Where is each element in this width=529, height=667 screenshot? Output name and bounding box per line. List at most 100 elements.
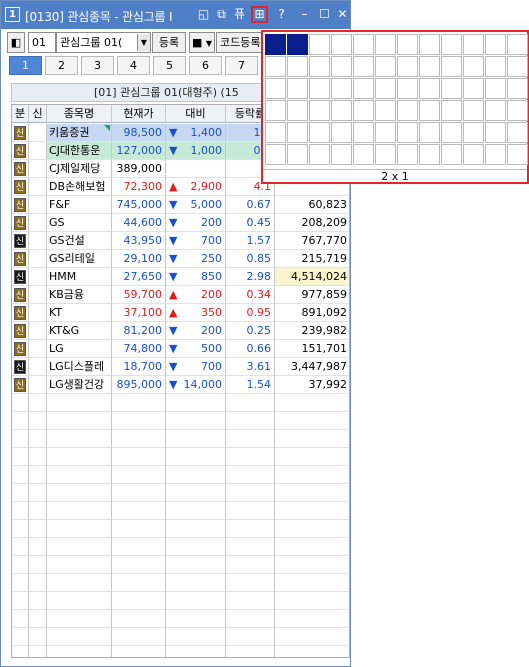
split-cell[interactable] bbox=[419, 34, 440, 55]
chevron-down-icon[interactable]: ▼ bbox=[137, 34, 150, 51]
table-row[interactable]: 신 LG디스플레 18,700 ▼ 700 3.61 3,447,987 bbox=[12, 358, 349, 376]
copy-window-icon[interactable]: ⧉ bbox=[213, 6, 230, 23]
table-row[interactable]: 신 GS리테일 29,100 ▼ 250 0.85 215,719 bbox=[12, 250, 349, 268]
split-cell[interactable] bbox=[507, 56, 528, 77]
split-cell[interactable] bbox=[463, 144, 484, 165]
table-row[interactable] bbox=[12, 628, 349, 646]
table-row[interactable] bbox=[12, 646, 349, 657]
table-row[interactable]: 신 GS건설 43,950 ▼ 700 1.57 767,770 bbox=[12, 232, 349, 250]
split-cell[interactable] bbox=[463, 78, 484, 99]
split-cell[interactable] bbox=[419, 144, 440, 165]
table-row[interactable]: 신 LG생활건강 895,000 ▼ 14,000 1.54 37,992 bbox=[12, 376, 349, 394]
split-cell[interactable] bbox=[287, 144, 308, 165]
split-cell[interactable] bbox=[265, 78, 286, 99]
split-cell[interactable] bbox=[375, 100, 396, 121]
column-header[interactable]: 대비 bbox=[166, 105, 226, 123]
split-cell[interactable] bbox=[375, 56, 396, 77]
split-cell[interactable] bbox=[375, 34, 396, 55]
tab-3[interactable]: 3 bbox=[81, 56, 114, 75]
split-cell[interactable] bbox=[375, 78, 396, 99]
table-row[interactable] bbox=[12, 412, 349, 430]
split-cell[interactable] bbox=[353, 78, 374, 99]
split-cell[interactable] bbox=[287, 78, 308, 99]
split-cell[interactable] bbox=[353, 100, 374, 121]
help-icon[interactable]: ? bbox=[273, 6, 290, 23]
split-cell[interactable] bbox=[331, 56, 352, 77]
split-cell[interactable] bbox=[309, 78, 330, 99]
table-row[interactable]: 신 GS 44,600 ▼ 200 0.45 208,209 bbox=[12, 214, 349, 232]
split-cell[interactable] bbox=[265, 56, 286, 77]
table-row[interactable]: 신 HMM 27,650 ▼ 850 2.98 4,514,024 bbox=[12, 268, 349, 286]
split-cell[interactable] bbox=[309, 56, 330, 77]
pin-icon[interactable]: 퓨 bbox=[231, 6, 248, 23]
split-cell[interactable] bbox=[463, 122, 484, 143]
group-number[interactable]: 01 bbox=[28, 32, 56, 53]
split-cell[interactable] bbox=[353, 56, 374, 77]
split-cell[interactable] bbox=[287, 100, 308, 121]
split-cell[interactable] bbox=[309, 122, 330, 143]
split-cell[interactable] bbox=[485, 122, 506, 143]
table-row[interactable] bbox=[12, 538, 349, 556]
split-cell[interactable] bbox=[441, 100, 462, 121]
split-cell[interactable] bbox=[463, 56, 484, 77]
split-cell[interactable] bbox=[485, 100, 506, 121]
tab-1[interactable]: 1 bbox=[9, 56, 42, 75]
tab-6[interactable]: 6 bbox=[189, 56, 222, 75]
table-row[interactable] bbox=[12, 574, 349, 592]
split-cell[interactable] bbox=[287, 34, 308, 55]
split-cell[interactable] bbox=[353, 34, 374, 55]
split-cell[interactable] bbox=[309, 34, 330, 55]
option-select[interactable]: ■ ▼ bbox=[189, 32, 215, 53]
table-row[interactable]: 신 KT&G 81,200 ▼ 200 0.25 239,982 bbox=[12, 322, 349, 340]
split-cell[interactable] bbox=[287, 56, 308, 77]
split-cell[interactable] bbox=[485, 144, 506, 165]
split-cell[interactable] bbox=[507, 34, 528, 55]
table-row[interactable]: 신 KT 37,100 ▲ 350 0.95 891,092 bbox=[12, 304, 349, 322]
register-button[interactable]: 등록 bbox=[152, 32, 186, 53]
table-row[interactable]: 신 KB금융 59,700 ▲ 200 0.34 977,859 bbox=[12, 286, 349, 304]
split-cell[interactable] bbox=[375, 122, 396, 143]
split-cell[interactable] bbox=[265, 144, 286, 165]
table-row[interactable] bbox=[12, 466, 349, 484]
split-cell[interactable] bbox=[507, 78, 528, 99]
table-row[interactable] bbox=[12, 448, 349, 466]
table-row[interactable] bbox=[12, 430, 349, 448]
column-header[interactable]: 신 bbox=[29, 105, 47, 123]
split-cell[interactable] bbox=[419, 78, 440, 99]
split-cell[interactable] bbox=[397, 144, 418, 165]
split-cell[interactable] bbox=[441, 144, 462, 165]
table-row[interactable] bbox=[12, 520, 349, 538]
split-cell[interactable] bbox=[419, 100, 440, 121]
table-row[interactable]: 신 LG 74,800 ▼ 500 0.66 151,701 bbox=[12, 340, 349, 358]
tab-2[interactable]: 2 bbox=[45, 56, 78, 75]
split-cell[interactable] bbox=[397, 34, 418, 55]
split-screen-icon[interactable]: ⊞ bbox=[251, 6, 268, 23]
split-cell[interactable] bbox=[507, 100, 528, 121]
split-cell[interactable] bbox=[441, 122, 462, 143]
split-cell[interactable] bbox=[463, 34, 484, 55]
split-cell[interactable] bbox=[397, 100, 418, 121]
split-cell[interactable] bbox=[397, 56, 418, 77]
split-cell[interactable] bbox=[507, 144, 528, 165]
tab-7[interactable]: 7 bbox=[225, 56, 258, 75]
split-cell[interactable] bbox=[265, 34, 286, 55]
split-cell[interactable] bbox=[287, 122, 308, 143]
split-cell[interactable] bbox=[331, 34, 352, 55]
split-cell[interactable] bbox=[419, 122, 440, 143]
table-row[interactable] bbox=[12, 556, 349, 574]
split-cell[interactable] bbox=[309, 144, 330, 165]
tab-4[interactable]: 4 bbox=[117, 56, 150, 75]
layout-icon[interactable]: ◧ bbox=[7, 32, 25, 53]
split-cell[interactable] bbox=[353, 122, 374, 143]
table-row[interactable]: 신 F&F 745,000 ▼ 5,000 0.67 60,823 bbox=[12, 196, 349, 214]
split-cell[interactable] bbox=[485, 34, 506, 55]
split-cell[interactable] bbox=[397, 78, 418, 99]
code-register-button[interactable]: 코드등록 bbox=[216, 32, 266, 53]
tab-5[interactable]: 5 bbox=[153, 56, 186, 75]
split-cell[interactable] bbox=[375, 144, 396, 165]
split-cell[interactable] bbox=[441, 56, 462, 77]
split-cell[interactable] bbox=[397, 122, 418, 143]
split-cell[interactable] bbox=[485, 56, 506, 77]
split-cell[interactable] bbox=[265, 122, 286, 143]
split-layout-grid[interactable] bbox=[265, 34, 528, 168]
